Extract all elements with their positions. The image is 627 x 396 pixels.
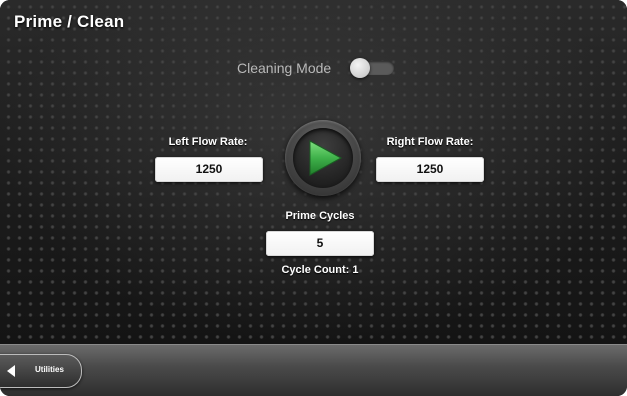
utilities-back-button[interactable]: Utilities bbox=[0, 354, 82, 388]
main-panel: Prime / Clean Cleaning Mode Left Flow Ra… bbox=[0, 0, 627, 344]
back-button-label: Utilities bbox=[35, 365, 64, 374]
left-flow-rate-label: Left Flow Rate: bbox=[168, 136, 248, 148]
bottom-nav-bar: Utilities bbox=[0, 344, 627, 396]
back-arrow-icon bbox=[7, 365, 15, 377]
page-title: Prime / Clean bbox=[14, 12, 125, 31]
right-flow-rate-label: Right Flow Rate: bbox=[386, 136, 474, 148]
start-button[interactable] bbox=[285, 120, 361, 196]
right-flow-rate-field[interactable]: 1250 bbox=[376, 157, 484, 182]
prime-cycles-label: Prime Cycles bbox=[285, 210, 355, 222]
left-flow-rate-field[interactable]: 1250 bbox=[155, 157, 263, 182]
cleaning-mode-toggle[interactable] bbox=[350, 58, 394, 78]
cycle-count: Cycle Count: 1 bbox=[281, 264, 359, 276]
start-button-face bbox=[293, 128, 353, 188]
toggle-knob bbox=[350, 58, 370, 78]
prime-clean-screen: Prime / Clean Cleaning Mode Left Flow Ra… bbox=[0, 0, 627, 396]
play-icon bbox=[309, 140, 343, 176]
prime-cycles-field[interactable]: 5 bbox=[266, 231, 374, 256]
cleaning-mode-label: Cleaning Mode bbox=[237, 60, 332, 76]
